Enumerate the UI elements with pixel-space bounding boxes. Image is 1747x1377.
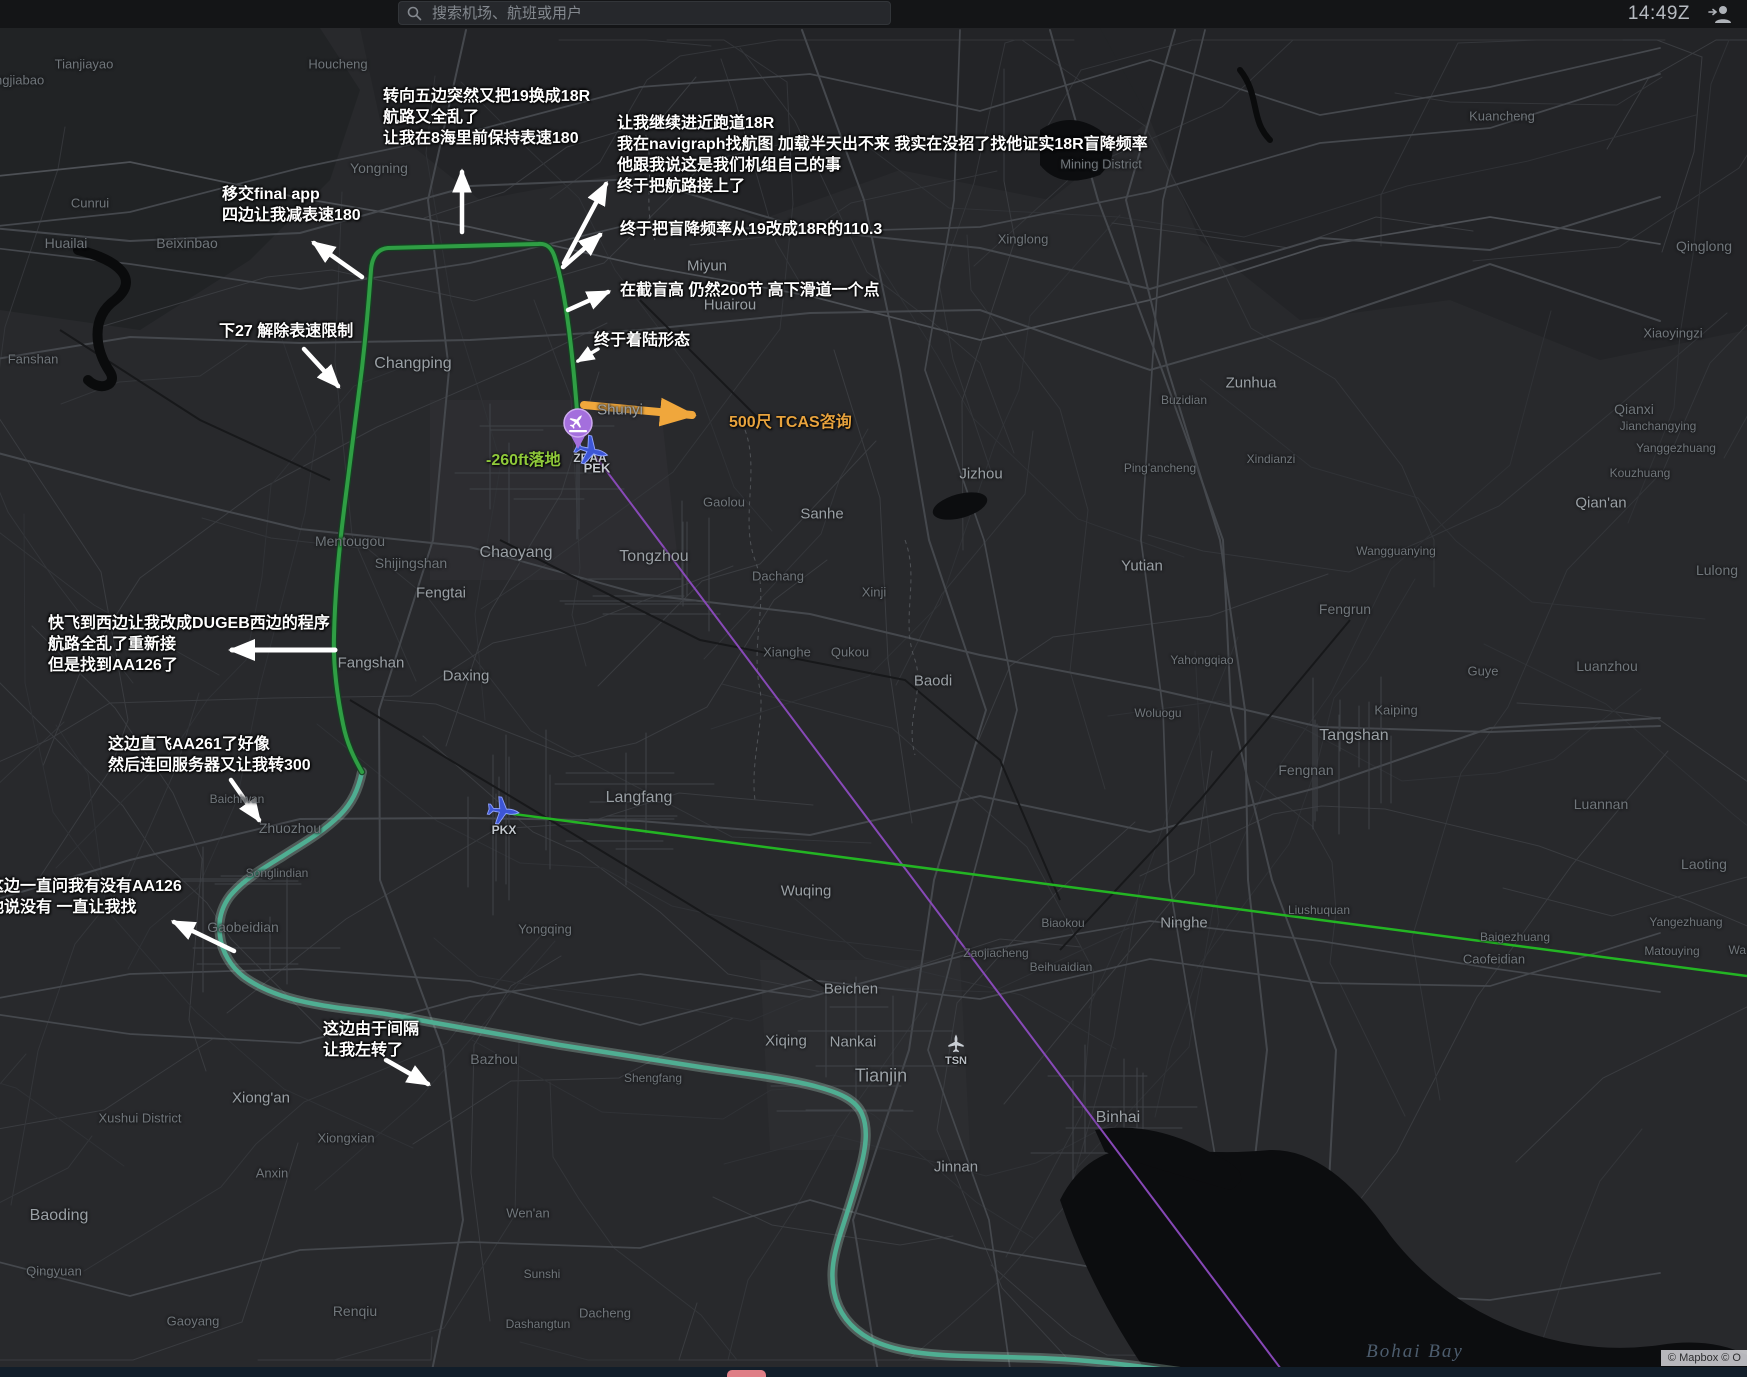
search-input[interactable]	[430, 4, 882, 23]
map-attribution[interactable]: © Mapbox © O	[1661, 1350, 1747, 1366]
search-box[interactable]	[398, 1, 891, 25]
bottom-popup-tab[interactable]	[727, 1370, 766, 1377]
tsn-airport-icon[interactable]	[946, 1033, 966, 1053]
aircraft-pkx[interactable]	[485, 792, 523, 830]
utc-clock: 14:49Z	[1628, 3, 1690, 25]
landing-pin[interactable]	[556, 404, 600, 454]
user-menu-button[interactable]	[1707, 3, 1733, 25]
bottom-strip	[0, 1367, 1747, 1377]
user-icon	[1707, 3, 1733, 25]
map-canvas[interactable]	[0, 0, 1747, 1377]
flight-tracker-app: { "topbar": { "search_placeholder": "搜索机…	[0, 0, 1747, 1377]
search-icon	[407, 6, 422, 21]
top-bar: 14:49Z	[0, 0, 1747, 28]
